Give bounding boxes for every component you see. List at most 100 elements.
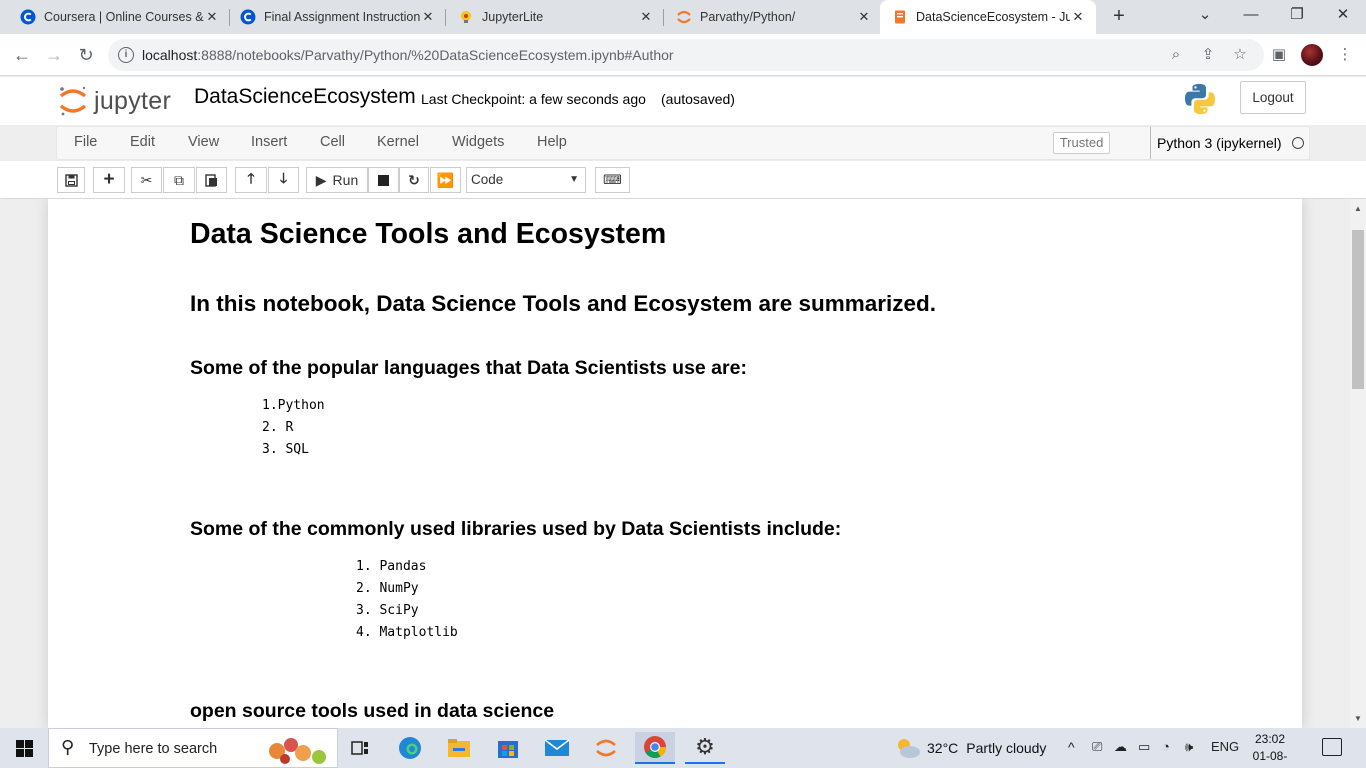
menu-view[interactable]: View bbox=[188, 127, 219, 159]
address-bar[interactable]: i localhost:8888/notebooks/Parvathy/Pyth… bbox=[108, 39, 1264, 71]
wifi-icon[interactable]: ◔ bbox=[1162, 739, 1170, 754]
page-scrollbar[interactable]: ▲ ▼ bbox=[1350, 199, 1366, 728]
trusted-indicator[interactable]: Trusted bbox=[1053, 132, 1110, 154]
file-explorer-icon[interactable] bbox=[439, 732, 479, 764]
tab-search-icon[interactable]: ⌄ bbox=[1182, 0, 1228, 32]
weather-temperature: 32°C bbox=[927, 740, 959, 756]
close-tab-icon[interactable]: ✕ bbox=[856, 9, 872, 25]
browser-tab-coursera[interactable]: Coursera | Online Courses & Cr ✕ bbox=[8, 0, 230, 34]
task-view-icon[interactable] bbox=[340, 732, 380, 764]
maximize-icon[interactable]: ❐ bbox=[1274, 0, 1320, 32]
share-icon[interactable]: ⇪ bbox=[1199, 46, 1217, 64]
browser-menu-icon[interactable]: ⋮ bbox=[1336, 46, 1354, 64]
browser-tab-datascienceecosystem[interactable]: DataScienceEcosystem - Jupy ✕ bbox=[880, 0, 1096, 34]
intro-heading: In this notebook, Data Science Tools and… bbox=[190, 291, 937, 316]
chrome-icon[interactable] bbox=[635, 732, 675, 764]
close-tab-icon[interactable]: ✕ bbox=[420, 9, 436, 25]
windows-start-button[interactable] bbox=[0, 728, 48, 768]
microsoft-store-icon[interactable] bbox=[488, 732, 528, 764]
weather-widget[interactable]: 32°C Partly cloudy bbox=[895, 728, 1046, 768]
settings-gear-icon[interactable]: ⚙ bbox=[685, 732, 725, 764]
menu-file[interactable]: File bbox=[74, 127, 97, 159]
scrollbar-thumb[interactable] bbox=[1352, 230, 1364, 389]
menu-cell[interactable]: Cell bbox=[320, 127, 345, 159]
coursera-icon bbox=[20, 9, 36, 25]
cut-button[interactable]: ✂ bbox=[131, 167, 162, 193]
url-path: :8888/notebooks/Parvathy/Python/%20DataS… bbox=[197, 47, 674, 63]
close-tab-icon[interactable]: ✕ bbox=[638, 9, 654, 25]
bookmark-star-icon[interactable]: ☆ bbox=[1231, 46, 1249, 64]
taskbar-search-box[interactable]: ⚲ Type here to search bbox=[48, 728, 338, 768]
menu-widgets[interactable]: Widgets bbox=[452, 127, 504, 159]
tab-title: Coursera | Online Courses & Cr bbox=[44, 10, 204, 24]
move-up-button[interactable]: 🡑 bbox=[235, 167, 267, 193]
menu-help[interactable]: Help bbox=[537, 127, 567, 159]
browser-tab-jupyterlite[interactable]: JupyterLite ✕ bbox=[446, 0, 664, 34]
browser-tab-parvathy-python[interactable]: Parvathy/Python/ ✕ bbox=[664, 0, 882, 34]
meet-now-icon[interactable]: ⎚ bbox=[1092, 739, 1102, 755]
tab-title: Final Assignment Instructions bbox=[264, 10, 420, 24]
list-item-library: 3. SciPy bbox=[356, 603, 419, 618]
kernel-name[interactable]: Python 3 (ipykernel) bbox=[1150, 127, 1282, 159]
mail-icon[interactable] bbox=[537, 732, 577, 764]
jupyter-taskbar-icon[interactable] bbox=[586, 732, 626, 764]
restart-button[interactable]: ↻ bbox=[399, 167, 429, 193]
jupyter-logo[interactable]: jupyter bbox=[58, 81, 171, 121]
url-text[interactable]: localhost:8888/notebooks/Parvathy/Python… bbox=[142, 47, 674, 63]
insert-cell-button[interactable]: + bbox=[93, 167, 125, 193]
side-panel-icon[interactable]: ▣ bbox=[1270, 46, 1288, 64]
save-button[interactable] bbox=[57, 167, 85, 193]
notification-center-icon[interactable] bbox=[1322, 738, 1342, 756]
kernel-status-icon bbox=[1292, 137, 1304, 149]
cell-type-select[interactable]: Code ▼ bbox=[466, 167, 586, 193]
scroll-down-icon[interactable]: ▼ bbox=[1350, 712, 1366, 726]
edge-icon[interactable] bbox=[390, 732, 430, 764]
coursera-icon bbox=[240, 9, 256, 25]
battery-icon[interactable]: ▭ bbox=[1138, 739, 1150, 755]
volume-icon[interactable]: 🕪 bbox=[1185, 739, 1193, 755]
menu-insert[interactable]: Insert bbox=[251, 127, 287, 159]
reload-icon[interactable]: ↻ bbox=[73, 42, 99, 68]
browser-tab-final-assignment[interactable]: Final Assignment Instructions ✕ bbox=[228, 0, 446, 34]
paste-button[interactable] bbox=[196, 167, 227, 193]
run-label: Run bbox=[332, 172, 359, 188]
logout-button[interactable]: Logout bbox=[1240, 81, 1306, 114]
notebook-name[interactable]: DataScienceEcosystem bbox=[194, 85, 416, 109]
notebook-scroll-area[interactable]: Data Science Tools and Ecosystem In this… bbox=[0, 199, 1350, 728]
list-item-library: 4. Matplotlib bbox=[356, 625, 458, 640]
site-info-icon[interactable]: i bbox=[118, 47, 134, 63]
weather-condition: Partly cloudy bbox=[966, 740, 1047, 756]
command-palette-button[interactable]: ⌨ bbox=[595, 167, 630, 193]
system-clock[interactable]: 23:02 01-08-2023 bbox=[1240, 731, 1300, 768]
restart-run-all-button[interactable]: ⏩ bbox=[430, 167, 461, 193]
list-item-language: 3. SQL bbox=[262, 442, 309, 457]
back-icon[interactable]: ← bbox=[9, 42, 35, 68]
close-tab-icon[interactable]: ✕ bbox=[1070, 9, 1086, 25]
move-down-button[interactable]: 🡓 bbox=[268, 167, 299, 193]
minimize-icon[interactable]: — bbox=[1228, 0, 1274, 32]
close-window-icon[interactable]: ✕ bbox=[1320, 0, 1366, 32]
tools-heading: open source tools used in data science bbox=[190, 700, 555, 722]
input-language[interactable]: ENG bbox=[1211, 739, 1239, 754]
tray-overflow-icon[interactable]: ^ bbox=[1068, 739, 1075, 755]
run-button[interactable]: ▶ Run bbox=[306, 167, 368, 193]
jupyter-icon bbox=[676, 9, 692, 25]
libraries-heading: Some of the commonly used libraries used… bbox=[190, 518, 842, 540]
fast-forward-icon: ⏩ bbox=[436, 171, 455, 188]
profile-avatar[interactable] bbox=[1301, 44, 1323, 66]
new-tab-button[interactable]: + bbox=[1108, 5, 1130, 27]
menu-edit[interactable]: Edit bbox=[130, 127, 155, 159]
interrupt-button[interactable] bbox=[368, 167, 399, 193]
onedrive-icon[interactable]: ☁ bbox=[1114, 739, 1127, 755]
copy-button[interactable]: ⧉ bbox=[163, 167, 195, 193]
partly-cloudy-icon bbox=[898, 739, 920, 758]
notebook-title-heading: Data Science Tools and Ecosystem bbox=[190, 218, 667, 250]
scroll-up-icon[interactable]: ▲ bbox=[1350, 202, 1366, 216]
zoom-icon[interactable]: ⌕ bbox=[1167, 46, 1185, 64]
menu-kernel[interactable]: Kernel bbox=[377, 127, 419, 159]
forward-icon[interactable]: → bbox=[41, 42, 67, 68]
autosave-status: (autosaved) bbox=[661, 91, 735, 107]
notebook-icon bbox=[892, 9, 908, 25]
list-item-language: 1.Python bbox=[262, 398, 325, 413]
close-tab-icon[interactable]: ✕ bbox=[204, 9, 220, 25]
